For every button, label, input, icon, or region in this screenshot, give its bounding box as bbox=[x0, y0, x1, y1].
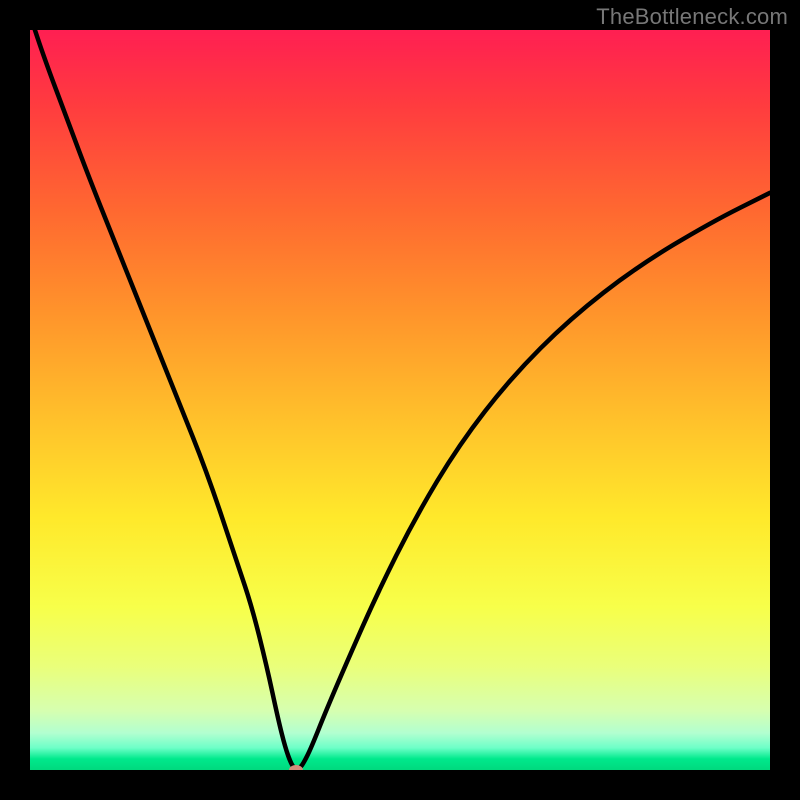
chart-frame: TheBottleneck.com bbox=[0, 0, 800, 800]
optimal-point-marker bbox=[289, 765, 303, 770]
bottleneck-curve-line bbox=[30, 30, 770, 770]
curve-svg bbox=[30, 30, 770, 770]
watermark-text: TheBottleneck.com bbox=[596, 4, 788, 30]
plot-area bbox=[30, 30, 770, 770]
